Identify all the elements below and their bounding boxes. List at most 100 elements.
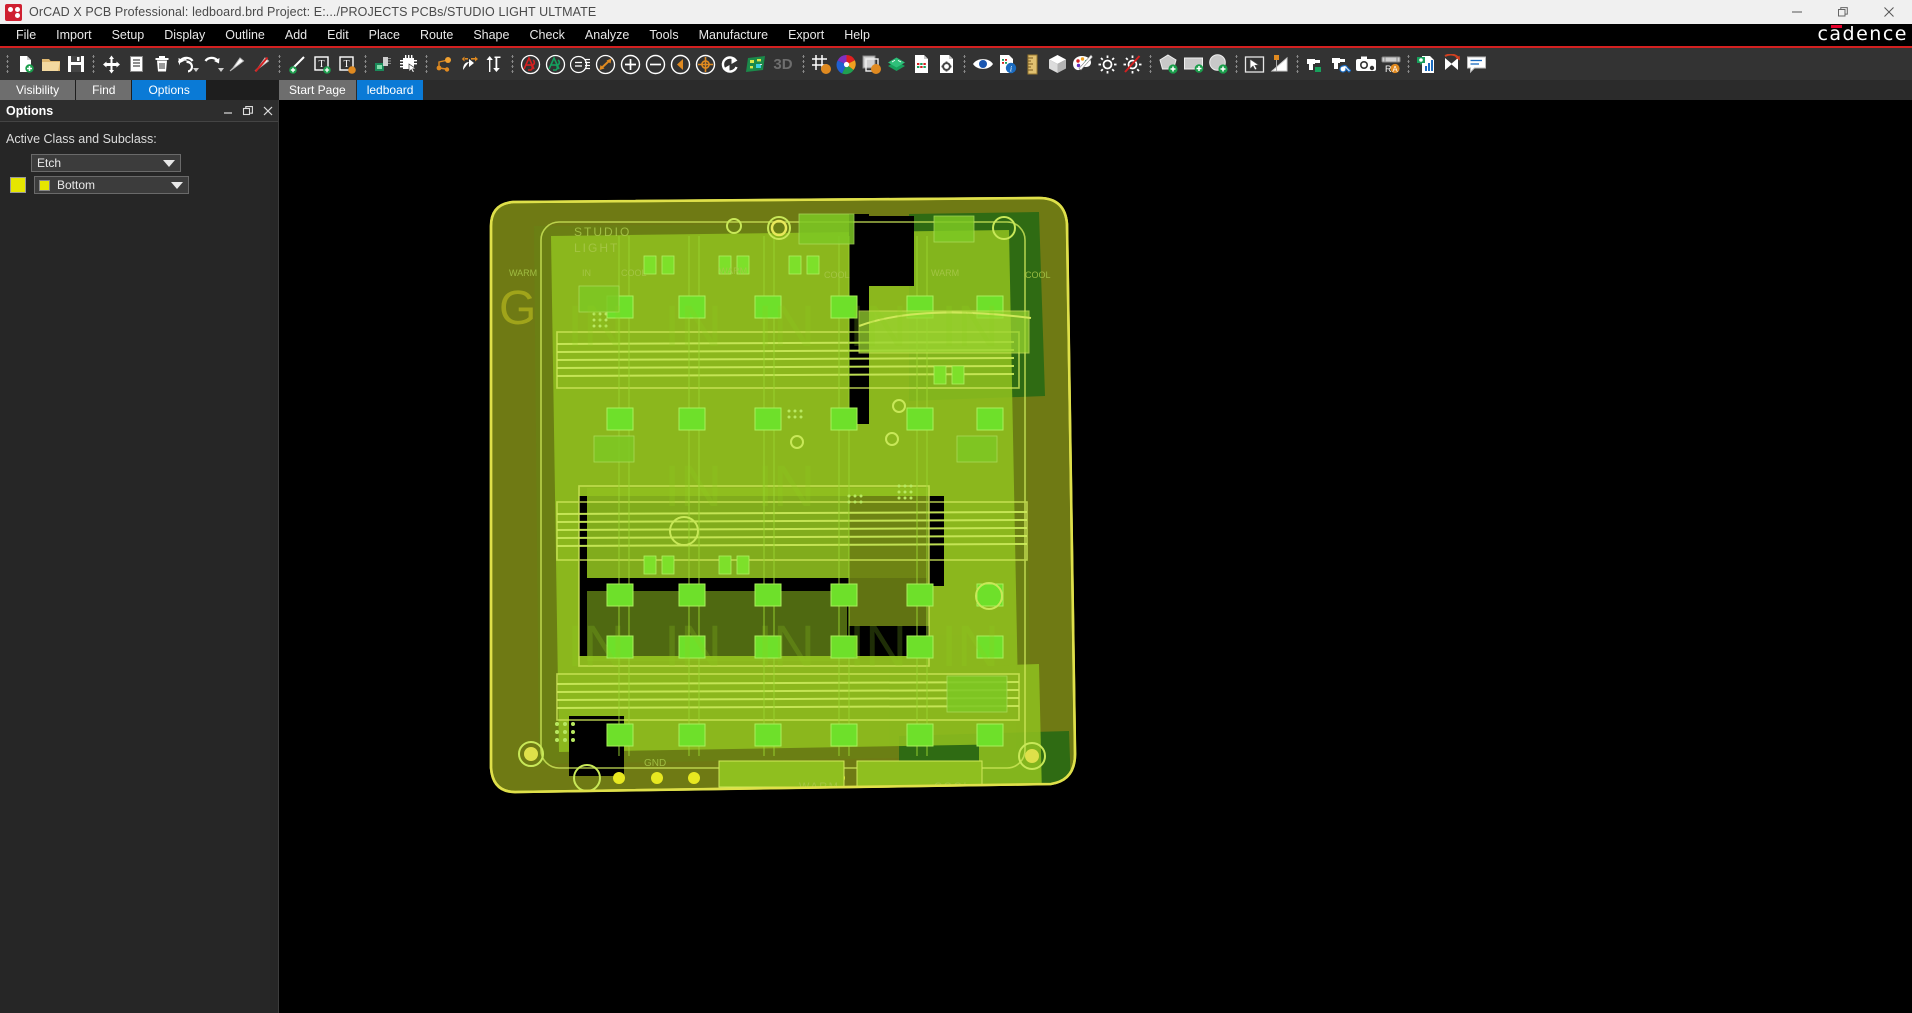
menu-export[interactable]: Export bbox=[778, 26, 834, 44]
toolbar-grip[interactable] bbox=[362, 53, 369, 75]
menu-shape[interactable]: Shape bbox=[463, 26, 519, 44]
flip-design-icon[interactable] bbox=[1439, 50, 1464, 78]
copy-area-icon[interactable] bbox=[859, 50, 884, 78]
close-panel-icon[interactable] bbox=[258, 101, 278, 121]
shape-edit-icon[interactable] bbox=[1267, 50, 1292, 78]
place-manual-icon[interactable] bbox=[371, 50, 396, 78]
ruler-icon[interactable] bbox=[1020, 50, 1045, 78]
menu-manufacture[interactable]: Manufacture bbox=[689, 26, 778, 44]
fix-icon[interactable] bbox=[224, 50, 249, 78]
unfix-icon[interactable] bbox=[249, 50, 274, 78]
menu-analyze[interactable]: Analyze bbox=[575, 26, 639, 44]
toolbar-grip[interactable] bbox=[1147, 53, 1154, 75]
toolbar-grip[interactable] bbox=[1405, 53, 1412, 75]
drill-icon[interactable] bbox=[1303, 50, 1328, 78]
toolbar-grip[interactable] bbox=[276, 53, 283, 75]
menu-display[interactable]: Display bbox=[154, 26, 215, 44]
photo-icon[interactable] bbox=[1353, 50, 1378, 78]
rotate-ref-icon[interactable]: R2A bbox=[1378, 50, 1403, 78]
toolbar-grip[interactable] bbox=[509, 53, 516, 75]
measure-icon[interactable] bbox=[593, 50, 618, 78]
drill-tool-icon[interactable] bbox=[1328, 50, 1353, 78]
menu-check[interactable]: Check bbox=[519, 26, 574, 44]
move-icon[interactable] bbox=[99, 50, 124, 78]
property-report-icon[interactable]: i bbox=[995, 50, 1020, 78]
light-off-icon[interactable] bbox=[1120, 50, 1145, 78]
unrouted-nets-icon[interactable] bbox=[518, 50, 543, 78]
tab-find[interactable]: Find bbox=[76, 80, 132, 100]
pcb-canvas[interactable]: STUDIO LIGHT WARM IN COOL WARM COOL WARM… bbox=[279, 100, 1912, 1013]
add-line-icon[interactable] bbox=[285, 50, 310, 78]
tab-start-page[interactable]: Start Page bbox=[279, 80, 356, 100]
zoom-center-icon[interactable] bbox=[693, 50, 718, 78]
toolbar-grip[interactable] bbox=[1233, 53, 1240, 75]
float-panel-icon[interactable] bbox=[238, 101, 258, 121]
menu-edit[interactable]: Edit bbox=[317, 26, 359, 44]
bom-report-icon[interactable] bbox=[909, 50, 934, 78]
grid-toggle-icon[interactable] bbox=[809, 50, 834, 78]
select-shape-icon[interactable] bbox=[1242, 50, 1267, 78]
redraw-icon[interactable] bbox=[718, 50, 743, 78]
shape-add-icon[interactable] bbox=[1156, 50, 1181, 78]
save-icon[interactable] bbox=[63, 50, 88, 78]
delete-icon[interactable] bbox=[149, 50, 174, 78]
minimize-panel-icon[interactable] bbox=[218, 101, 238, 121]
toolbar-grip[interactable] bbox=[90, 53, 97, 75]
menu-outline[interactable]: Outline bbox=[215, 26, 275, 44]
color-palette-icon[interactable] bbox=[834, 50, 859, 78]
svg-text:IN: IN bbox=[582, 268, 591, 278]
open-folder-icon[interactable] bbox=[38, 50, 63, 78]
close-button[interactable] bbox=[1866, 0, 1912, 24]
menu-add[interactable]: Add bbox=[275, 26, 317, 44]
visibility-eye-icon[interactable] bbox=[970, 50, 995, 78]
zoom-out-icon[interactable] bbox=[643, 50, 668, 78]
routed-nets-icon[interactable] bbox=[543, 50, 568, 78]
menu-help[interactable]: Help bbox=[834, 26, 880, 44]
copy-icon[interactable] bbox=[124, 50, 149, 78]
toolbar-grip[interactable] bbox=[4, 53, 11, 75]
menu-import[interactable]: Import bbox=[46, 26, 101, 44]
undo-icon[interactable] bbox=[174, 50, 199, 78]
zoom-previous-icon[interactable] bbox=[668, 50, 693, 78]
light-on-icon[interactable] bbox=[1095, 50, 1120, 78]
view-3d-label[interactable]: 3D bbox=[768, 56, 798, 73]
new-file-icon[interactable] bbox=[13, 50, 38, 78]
minimize-button[interactable] bbox=[1774, 0, 1820, 24]
logic-net-icon[interactable] bbox=[432, 50, 457, 78]
restore-button[interactable] bbox=[1820, 0, 1866, 24]
active-class-dropdown[interactable]: Etch bbox=[31, 154, 181, 172]
menu-tools[interactable]: Tools bbox=[639, 26, 688, 44]
circle-add-icon[interactable] bbox=[1206, 50, 1231, 78]
menu-place[interactable]: Place bbox=[359, 26, 410, 44]
comment-icon[interactable] bbox=[1464, 50, 1489, 78]
active-subclass-dropdown[interactable]: Bottom bbox=[34, 176, 189, 194]
pcb-layout[interactable]: STUDIO LIGHT WARM IN COOL WARM COOL WARM… bbox=[479, 196, 1079, 806]
layers-icon[interactable] bbox=[884, 50, 909, 78]
settings-report-icon[interactable] bbox=[934, 50, 959, 78]
color-paint-icon[interactable] bbox=[1070, 50, 1095, 78]
add-text-icon[interactable]: T bbox=[310, 50, 335, 78]
toolbar-grip[interactable] bbox=[423, 53, 430, 75]
menu-setup[interactable]: Setup bbox=[102, 26, 155, 44]
cube-icon[interactable] bbox=[1045, 50, 1070, 78]
add-text-block-icon[interactable]: T bbox=[335, 50, 360, 78]
toolbar-grip[interactable] bbox=[1294, 53, 1301, 75]
redo-icon[interactable] bbox=[199, 50, 224, 78]
inout-icon[interactable] bbox=[482, 50, 507, 78]
menu-file[interactable]: File bbox=[6, 26, 46, 44]
subclass-color-swatch[interactable] bbox=[10, 177, 26, 193]
swap-icon[interactable] bbox=[457, 50, 482, 78]
show-element-icon[interactable] bbox=[568, 50, 593, 78]
svg-text:WARM: WARM bbox=[719, 266, 747, 276]
toolbar-grip[interactable] bbox=[961, 53, 968, 75]
chart-report-icon[interactable] bbox=[1414, 50, 1439, 78]
rect-add-icon[interactable] bbox=[1181, 50, 1206, 78]
board-view-icon[interactable] bbox=[743, 50, 768, 78]
zoom-in-icon[interactable] bbox=[618, 50, 643, 78]
tab-ledboard[interactable]: ledboard bbox=[356, 80, 424, 100]
tab-options[interactable]: Options bbox=[132, 80, 206, 100]
menu-route[interactable]: Route bbox=[410, 26, 463, 44]
toolbar-grip[interactable] bbox=[800, 53, 807, 75]
quickplace-icon[interactable] bbox=[396, 50, 421, 78]
tab-visibility[interactable]: Visibility bbox=[0, 80, 76, 100]
